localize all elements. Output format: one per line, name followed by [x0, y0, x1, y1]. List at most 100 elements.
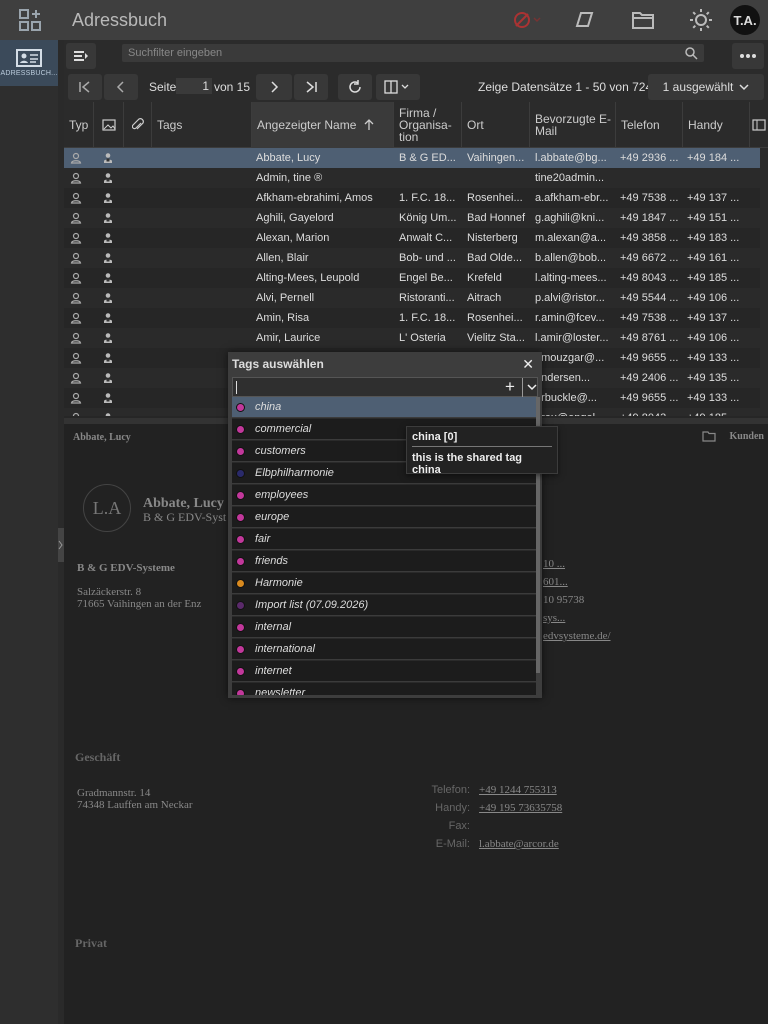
column-city[interactable]: Ort — [462, 102, 530, 148]
more-options-button[interactable] — [732, 43, 764, 69]
add-tag-icon[interactable]: + — [505, 377, 515, 397]
tag-color-dot — [236, 689, 245, 695]
contact-image-icon — [102, 392, 114, 404]
cell-name: Aghili, Gayelord — [256, 212, 334, 224]
cell-email: andersen... — [535, 372, 591, 384]
table-row[interactable]: Alvi, Pernell Ristoranti... Aitrach p.alvi@… — [64, 288, 768, 308]
books-icon[interactable] — [556, 0, 614, 40]
mobile-link[interactable]: +49 195 73635758 — [479, 802, 562, 814]
table-row[interactable]: Alting-Mees, Leupold Engel Be... Krefeld l.… — [64, 268, 768, 288]
tag-item[interactable]: europe — [232, 507, 536, 528]
cell-mobile: +49 106 ... — [687, 292, 740, 304]
cell-phone: +49 9655 ... — [620, 392, 679, 404]
app-rail: ADRESSBUCH... — [0, 40, 58, 1024]
first-page-button[interactable] — [68, 74, 102, 100]
column-image[interactable] — [94, 102, 124, 148]
table-row[interactable]: Amin, Risa 1. F.C. 18... Rosenhei... r.amin… — [64, 308, 768, 328]
user-avatar[interactable]: T.A. — [730, 5, 760, 35]
tag-item[interactable]: employees — [232, 485, 536, 506]
column-attachments[interactable] — [124, 102, 152, 148]
tag-item-label: china — [255, 401, 282, 413]
first-page-icon — [79, 81, 90, 93]
tag-item[interactable]: international — [232, 639, 536, 660]
detail-value-5[interactable]: edvsysteme.de/ — [543, 630, 611, 642]
column-phone[interactable]: Telefon — [616, 102, 683, 148]
contact-type-icon — [70, 192, 82, 204]
cell-email: tine20admin... — [535, 172, 605, 184]
cell-phone: +49 7538 ... — [620, 192, 679, 204]
cell-phone: +49 1847 ... — [620, 212, 679, 224]
chevron-right-icon — [271, 81, 279, 93]
table-row[interactable]: Alexan, Marion Anwalt C... Nisterberg m.ale… — [64, 228, 768, 248]
table-row[interactable]: Afkham-ebrahimi, Amos 1. F.C. 18... Rosenh… — [64, 188, 768, 208]
tag-color-dot — [236, 557, 245, 566]
page-count-label: von 15 — [214, 80, 251, 94]
contact-image-icon — [102, 152, 114, 164]
contact-type-icon — [70, 272, 82, 284]
next-page-button[interactable] — [256, 74, 292, 100]
tag-select-dialog: Tags auswählen ✕ + china commercial custom… — [228, 352, 542, 698]
tag-item[interactable]: internal — [232, 617, 536, 638]
tag-search-input[interactable]: + — [232, 377, 538, 397]
contact-type-icon — [70, 372, 82, 384]
tag-item[interactable]: friends — [232, 551, 536, 572]
tag-item[interactable]: newsletter — [232, 683, 536, 695]
selection-dropdown[interactable]: 1 ausgewählt — [648, 74, 764, 100]
folder-icon[interactable] — [614, 0, 672, 40]
cell-mobile: +49 137 ... — [687, 312, 740, 324]
tag-color-dot — [236, 623, 245, 632]
column-display-name[interactable]: Angezeigter Name — [252, 102, 394, 148]
tag-color-dot — [236, 601, 245, 610]
theme-sun-icon[interactable] — [672, 0, 730, 40]
contact-image-icon — [102, 352, 114, 364]
contact-image-icon — [102, 312, 114, 324]
detail-value-4[interactable]: sys... — [543, 612, 565, 624]
refresh-button[interactable] — [338, 74, 372, 100]
layout-menu-button[interactable] — [376, 74, 420, 100]
column-chooser[interactable] — [750, 102, 768, 148]
apps-grid-icon[interactable] — [0, 0, 60, 40]
contact-type-icon — [70, 392, 82, 404]
grid-scrollbar[interactable] — [760, 148, 768, 416]
tag-item[interactable]: fair — [232, 529, 536, 550]
cell-phone: +49 3858 ... — [620, 232, 679, 244]
close-icon[interactable]: ✕ — [522, 356, 534, 373]
cell-city: Rosenhei... — [467, 192, 523, 204]
column-type[interactable]: Typ — [64, 102, 94, 148]
tag-item-label: internal — [255, 621, 292, 633]
table-row[interactable]: Allen, Blair Bob- und ... Bad Olde... b.all… — [64, 248, 768, 268]
cell-mobile: +49 184 ... — [687, 152, 740, 164]
tag-item[interactable]: Import list (07.09.2026) — [232, 595, 536, 616]
paperclip-icon — [131, 118, 144, 130]
cell-name: Alexan, Marion — [256, 232, 330, 244]
column-company[interactable]: Firma / Organisa- tion — [394, 102, 462, 148]
column-mobile[interactable]: Handy — [683, 102, 750, 148]
tag-item[interactable]: Harmonie — [232, 573, 536, 594]
tag-item[interactable]: internet — [232, 661, 536, 682]
tag-item-label: internet — [255, 665, 292, 677]
tag-color-dot — [236, 469, 245, 478]
chevron-down-icon[interactable] — [526, 381, 538, 393]
cell-company: Ristoranti... — [399, 292, 455, 304]
column-tags[interactable]: Tags — [152, 102, 252, 148]
detail-value-2[interactable]: 601... — [543, 576, 568, 588]
record-status-icon[interactable] — [498, 0, 556, 40]
last-page-button[interactable] — [294, 74, 328, 100]
table-row[interactable]: Amir, Laurice L' Osteria Vielitz Sta... l.a… — [64, 328, 768, 348]
tag-item[interactable]: china — [232, 397, 536, 418]
email-link[interactable]: l.abbate@arcor.de — [479, 838, 559, 850]
table-row[interactable]: Admin, tine ® tine20admin... — [64, 168, 768, 188]
previous-page-button[interactable] — [104, 74, 138, 100]
search-filter-input[interactable]: Suchfilter eingeben — [122, 44, 704, 62]
table-row[interactable]: Aghili, Gayelord König Um... Bad Honnef g.a… — [64, 208, 768, 228]
search-icon[interactable] — [684, 46, 698, 60]
cell-city — [467, 168, 529, 188]
contact-type-icon — [70, 252, 82, 264]
detail-value-1[interactable]: 10 ... — [543, 558, 565, 570]
toggle-tree-button[interactable] — [66, 43, 96, 69]
rail-item-addressbook[interactable]: ADRESSBUCH... — [0, 40, 58, 86]
page-number-input[interactable]: 1 — [176, 78, 212, 94]
column-email[interactable]: Bevorzugte E- Mail — [530, 102, 616, 148]
table-row[interactable]: Abbate, Lucy B & G ED... Vaihingen... l.abb… — [64, 148, 768, 168]
phone-link[interactable]: +49 1244 755313 — [479, 784, 557, 796]
